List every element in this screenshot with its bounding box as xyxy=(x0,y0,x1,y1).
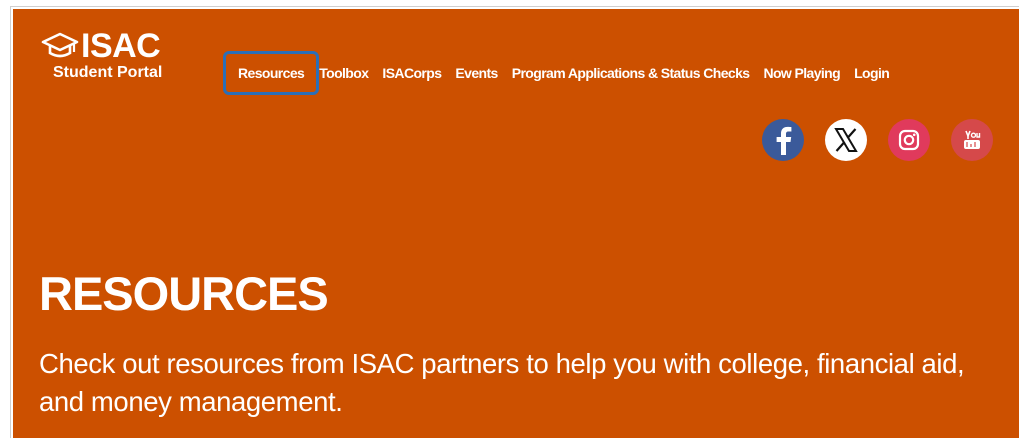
youtube-icon[interactable] xyxy=(951,119,993,161)
hero-section: ISAC Student Portal Resources Toolbox IS… xyxy=(13,9,1019,438)
graduation-cap-icon xyxy=(41,32,79,58)
nav-item-resources[interactable]: Resources xyxy=(223,51,320,95)
social-links xyxy=(762,119,993,161)
nav-item-program-applications[interactable]: Program Applications & Status Checks xyxy=(512,65,750,81)
x-icon[interactable] xyxy=(825,119,867,161)
nav-item-isacorps[interactable]: ISACorps xyxy=(382,65,442,81)
page-title: RESOURCES xyxy=(39,267,329,320)
isac-logo[interactable]: ISAC Student Portal xyxy=(41,29,162,82)
nav-item-now-playing[interactable]: Now Playing xyxy=(763,65,840,81)
nav-item-login[interactable]: Login xyxy=(854,65,890,81)
nav-item-toolbox[interactable]: Toolbox xyxy=(319,65,369,81)
facebook-icon[interactable] xyxy=(762,119,804,161)
logo-name: ISAC xyxy=(81,27,161,65)
main-nav: Resources Toolbox ISACorps Events Progra… xyxy=(223,51,890,95)
logo-subtitle: Student Portal xyxy=(53,64,163,81)
nav-item-events[interactable]: Events xyxy=(455,65,498,81)
page-description: Check out resources from ISAC partners t… xyxy=(39,348,965,417)
instagram-icon[interactable] xyxy=(888,119,930,161)
